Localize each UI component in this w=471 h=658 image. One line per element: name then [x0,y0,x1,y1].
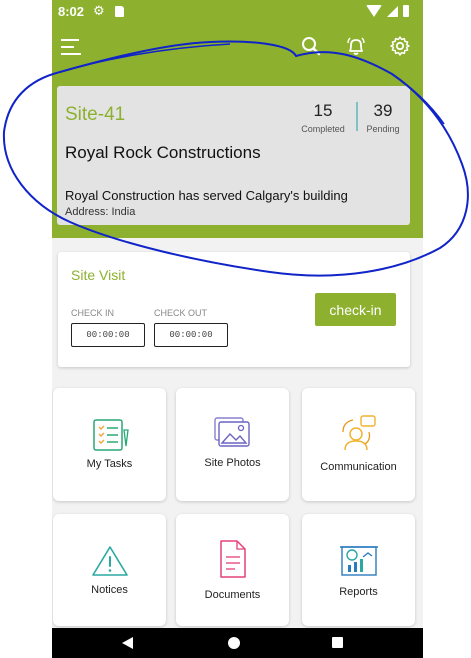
tile-site-photos[interactable]: Site Photos [176,388,289,501]
tasks-icon [92,419,129,451]
tile-label-site-photos: Site Photos [204,457,261,469]
address-label: Address: [65,206,109,218]
check-in-label: CHECK IN [71,308,115,318]
site-name: Royal Rock Constructions [65,143,261,162]
pending-label: Pending [366,124,400,134]
wifi-icon [366,5,382,17]
tile-label-documents: Documents [204,589,261,601]
home-icon[interactable] [228,637,240,649]
recents-icon[interactable] [332,637,343,648]
site-visit-title: Site Visit [71,267,126,283]
pending-count: 39 [373,101,393,120]
documents-icon [219,540,246,578]
tile-notices[interactable]: Notices [53,514,166,626]
status-bar: 8:02 ⚙ [52,0,423,24]
reports-icon [339,546,378,576]
site-summary-card[interactable]: Site-41 15 Completed 39 Pending Royal Ro… [57,86,410,225]
completed-label: Completed [301,124,345,134]
search-icon[interactable] [300,35,322,57]
site-visit-card: Site Visit CHECK IN 00:00:00 CHECK OUT 0… [58,252,410,367]
status-indicators [366,5,409,17]
check-in-button[interactable]: check-in [315,293,396,326]
tile-label-notices: Notices [91,584,128,596]
tile-documents[interactable]: Documents [176,514,289,626]
site-address: Address: India [65,206,135,218]
completed-counter: 15 Completed [299,101,347,134]
android-nav-bar [52,628,423,658]
completed-count: 15 [313,101,333,120]
tile-communication[interactable]: Communication [302,388,415,501]
menu-icon[interactable] [61,39,81,55]
tile-label-my-tasks: My Tasks [86,458,133,470]
check-out-time-field[interactable]: 00:00:00 [154,323,228,347]
site-id: Site-41 [65,104,126,125]
back-icon[interactable] [122,637,133,649]
settings-status-icon: ⚙ [93,3,105,18]
check-in-time-field[interactable]: 00:00:00 [71,323,145,347]
sd-card-icon [115,6,124,17]
gear-icon[interactable] [389,35,411,57]
site-description: Royal Construction has served Calgary's … [65,188,348,203]
check-out-label: CHECK OUT [154,308,208,318]
status-time: 8:02 [58,4,85,19]
tile-my-tasks[interactable]: My Tasks [53,388,166,501]
warning-icon [91,546,128,576]
photos-icon [213,417,250,447]
signal-icon [387,5,398,17]
communication-icon [341,415,376,451]
address-value: India [111,206,136,218]
bell-icon[interactable] [345,35,367,57]
tile-reports[interactable]: Reports [302,514,415,626]
counter-divider [356,102,358,131]
app-header: Site-41 15 Completed 39 Pending Royal Ro… [52,24,423,238]
phone-screen: 8:02 ⚙ Site-41 15 Completed 39 Pending R… [52,0,423,658]
tile-label-communication: Communication [320,461,397,473]
tile-label-reports: Reports [339,586,378,598]
pending-counter: 39 Pending [363,101,403,134]
battery-icon [403,5,409,17]
